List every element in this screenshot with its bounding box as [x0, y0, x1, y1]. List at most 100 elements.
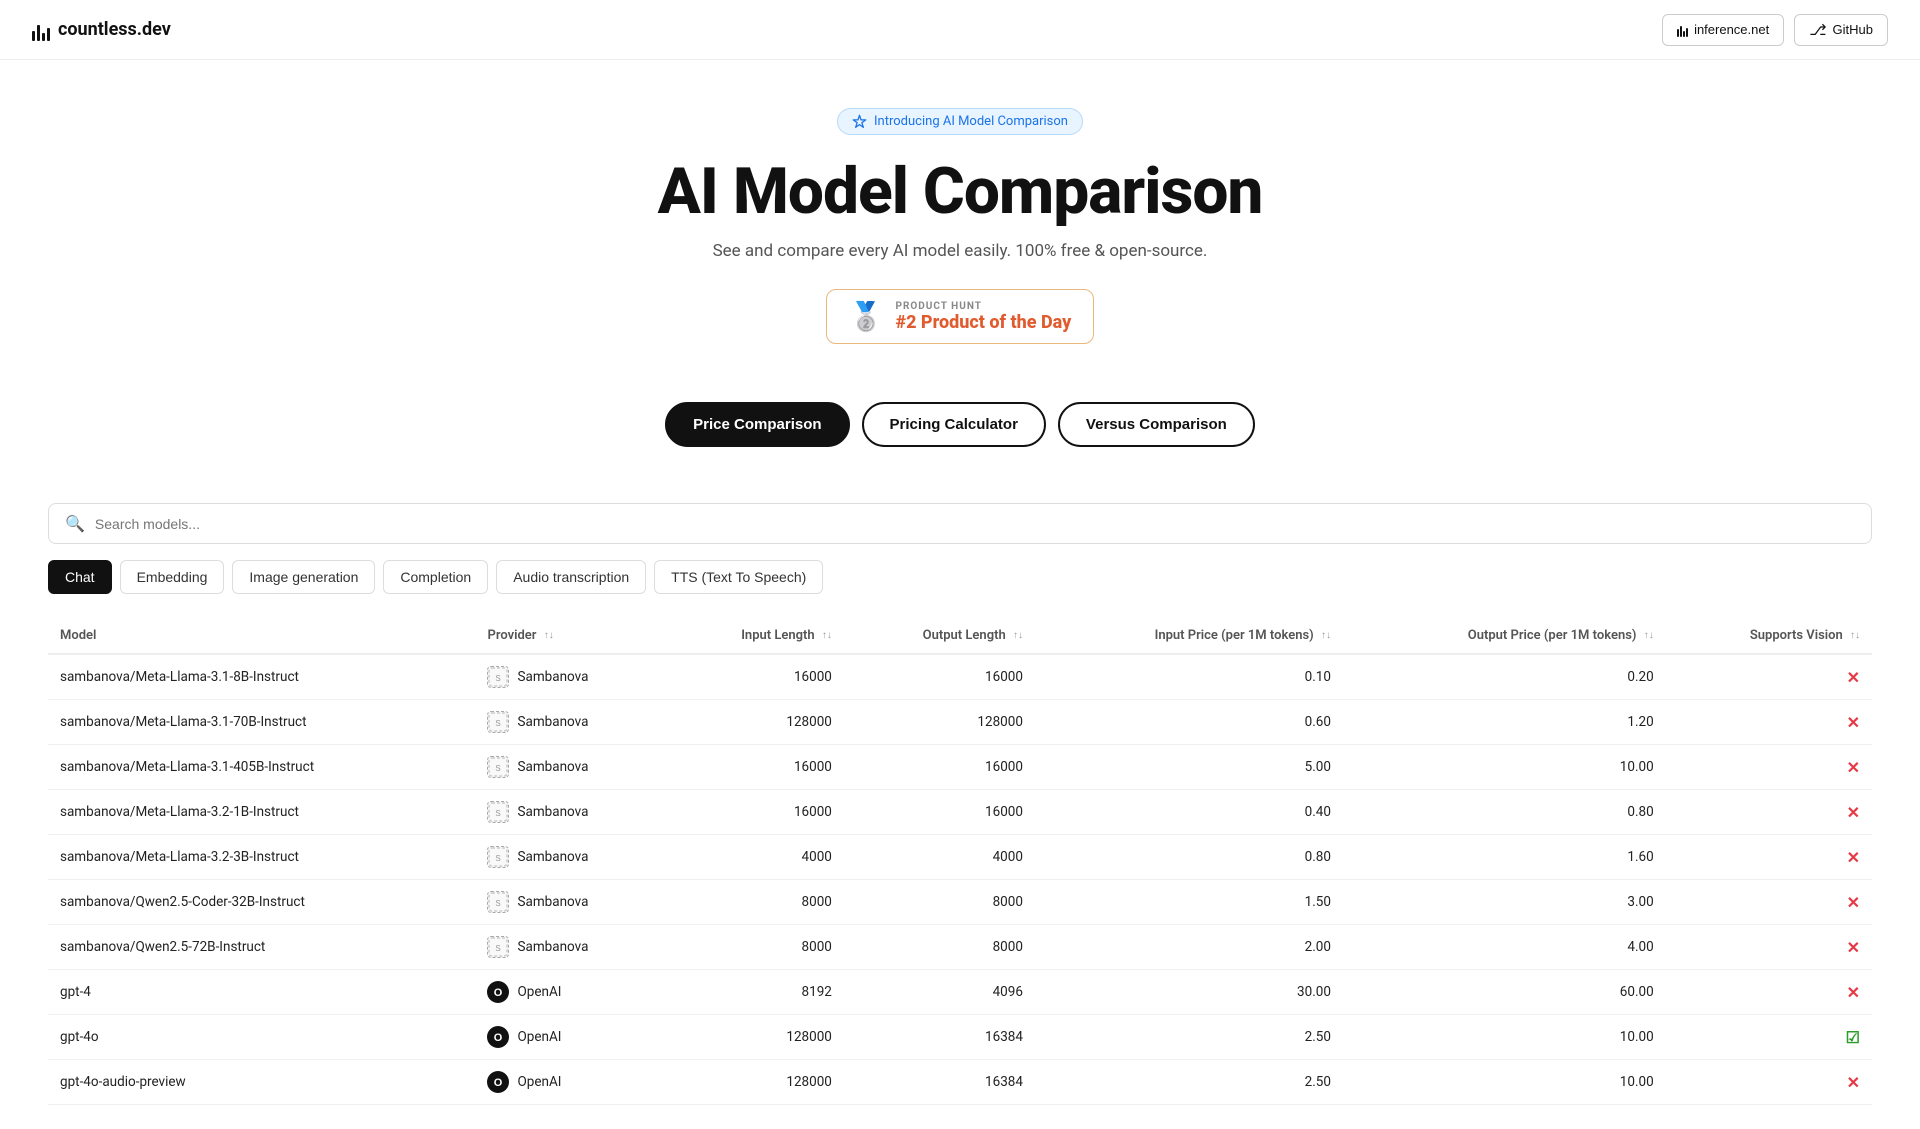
svg-text:S: S [496, 719, 501, 728]
cell-vision-0: ✕ [1666, 654, 1872, 700]
cell-input-price-5: 1.50 [1035, 880, 1343, 925]
output-length-sort-icon[interactable]: ↑↓ [1013, 631, 1023, 641]
vision-false-icon: ✕ [1847, 758, 1860, 777]
hero-section: Introducing AI Model Comparison AI Model… [0, 60, 1920, 479]
svg-text:O: O [494, 1032, 503, 1044]
openai-icon: O [487, 1026, 509, 1048]
provider-name-6: Sambanova [517, 939, 588, 955]
product-hunt-badge[interactable]: 🥈 PRODUCT HUNT #2 Product of the Day [826, 289, 1095, 344]
site-logo[interactable]: countless.dev [32, 19, 171, 41]
hero-title: AI Model Comparison [20, 157, 1900, 227]
cell-provider-4: SSambanova [475, 835, 667, 880]
cell-model-4: sambanova/Meta-Llama-3.2-3B-Instruct [48, 835, 475, 880]
vision-false-icon: ✕ [1847, 1073, 1860, 1092]
input-length-sort-icon[interactable]: ↑↓ [822, 631, 832, 641]
input-price-sort-icon[interactable]: ↑↓ [1321, 631, 1331, 641]
cell-output-length-0: 16000 [844, 654, 1035, 700]
col-output-price: Output Price (per 1M tokens) ↑↓ [1343, 618, 1666, 654]
sambanova-icon: S [487, 666, 509, 688]
table-body: sambanova/Meta-Llama-3.1-8B-Instruct S Sam… [48, 654, 1872, 1105]
vision-false-icon: ✕ [1847, 803, 1860, 822]
cell-output-price-1: 1.20 [1343, 700, 1666, 745]
svg-text:S: S [496, 764, 501, 773]
models-table: Model Provider ↑↓ Input Length ↑↓ Output… [48, 618, 1872, 1105]
cell-output-price-9: 10.00 [1343, 1060, 1666, 1105]
svg-text:S: S [496, 809, 501, 818]
vision-false-icon: ✕ [1847, 848, 1860, 867]
cell-output-price-5: 3.00 [1343, 880, 1666, 925]
site-name: countless.dev [58, 19, 171, 40]
cell-input-length-7: 8192 [668, 970, 844, 1015]
table-section: Model Provider ↑↓ Input Length ↑↓ Output… [0, 594, 1920, 1129]
cell-input-price-0: 0.10 [1035, 654, 1343, 700]
github-label: GitHub [1833, 22, 1873, 37]
provider-sort-icon[interactable]: ↑↓ [544, 631, 554, 641]
search-input[interactable] [95, 516, 1855, 532]
ph-text: PRODUCT HUNT #2 Product of the Day [896, 301, 1072, 333]
output-price-sort-icon[interactable]: ↑↓ [1644, 631, 1654, 641]
filter-tab-embedding[interactable]: Embedding [120, 560, 225, 594]
pricing-calculator-button[interactable]: Pricing Calculator [862, 402, 1046, 447]
cell-input-price-4: 0.80 [1035, 835, 1343, 880]
filter-tab-image-generation[interactable]: Image generation [232, 560, 375, 594]
search-bar: 🔍 [48, 503, 1872, 544]
ph-label: PRODUCT HUNT [896, 301, 1072, 312]
table-row: sambanova/Meta-Llama-3.2-3B-InstructSSam… [48, 835, 1872, 880]
intro-badge[interactable]: Introducing AI Model Comparison [837, 108, 1083, 135]
svg-text:O: O [494, 987, 503, 999]
sambanova-icon: S [487, 846, 509, 868]
table-header: Model Provider ↑↓ Input Length ↑↓ Output… [48, 618, 1872, 654]
filter-tab-completion[interactable]: Completion [383, 560, 488, 594]
cell-output-length-5: 8000 [844, 880, 1035, 925]
cell-provider-6: S Sambanova [475, 925, 667, 970]
cell-model-9: gpt-4o-audio-preview [48, 1060, 475, 1105]
price-comparison-button[interactable]: Price Comparison [665, 402, 849, 447]
table-row: sambanova/Meta-Llama-3.2-1B-InstructSSam… [48, 790, 1872, 835]
versus-comparison-button[interactable]: Versus Comparison [1058, 402, 1255, 447]
github-button[interactable]: ⎇ GitHub [1794, 14, 1888, 46]
filter-tab-chat[interactable]: Chat [48, 560, 112, 594]
svg-text:S: S [496, 854, 501, 863]
medal-icon: 🥈 [849, 300, 884, 333]
inference-button[interactable]: inference.net [1662, 14, 1784, 46]
cell-provider-5: S Sambanova [475, 880, 667, 925]
cell-model-2: sambanova/Meta-Llama-3.1-405B-Instruct [48, 745, 475, 790]
sambanova-icon: S [487, 891, 509, 913]
col-input-price: Input Price (per 1M tokens) ↑↓ [1035, 618, 1343, 654]
filter-tab-tts[interactable]: TTS (Text To Speech) [654, 560, 823, 594]
cell-model-6: sambanova/Qwen2.5-72B-Instruct [48, 925, 475, 970]
cell-model-0: sambanova/Meta-Llama-3.1-8B-Instruct [48, 654, 475, 700]
provider-name-8: OpenAI [517, 1029, 561, 1045]
cell-input-length-0: 16000 [668, 654, 844, 700]
vision-true-icon: ☑ [1846, 1028, 1860, 1047]
badge-text: Introducing AI Model Comparison [874, 114, 1068, 129]
cell-output-length-4: 4000 [844, 835, 1035, 880]
cell-output-length-1: 128000 [844, 700, 1035, 745]
cell-output-length-6: 8000 [844, 925, 1035, 970]
openai-icon: O [487, 1071, 509, 1093]
inference-label: inference.net [1694, 22, 1769, 37]
cell-input-length-3: 16000 [668, 790, 844, 835]
col-output-length: Output Length ↑↓ [844, 618, 1035, 654]
cell-output-price-8: 10.00 [1343, 1015, 1666, 1060]
vision-false-icon: ✕ [1847, 713, 1860, 732]
cell-vision-9: ✕ [1666, 1060, 1872, 1105]
filter-tab-audio-transcription[interactable]: Audio transcription [496, 560, 646, 594]
table-row: sambanova/Qwen2.5-72B-Instruct S Sambanova… [48, 925, 1872, 970]
cell-input-price-3: 0.40 [1035, 790, 1343, 835]
search-icon: 🔍 [65, 514, 85, 533]
vision-false-icon: ✕ [1847, 983, 1860, 1002]
col-model: Model [48, 618, 475, 654]
openai-icon: O [487, 981, 509, 1003]
search-section: 🔍 [0, 479, 1920, 544]
cell-output-price-6: 4.00 [1343, 925, 1666, 970]
cell-vision-2: ✕ [1666, 745, 1872, 790]
table-row: gpt-4o-audio-previewOOpenAI128000163842.… [48, 1060, 1872, 1105]
cell-input-price-2: 5.00 [1035, 745, 1343, 790]
filter-tabs: ChatEmbeddingImage generationCompletionA… [0, 560, 1920, 594]
svg-text:S: S [496, 944, 501, 953]
cell-output-length-3: 16000 [844, 790, 1035, 835]
provider-name-5: Sambanova [517, 894, 588, 910]
vision-sort-icon[interactable]: ↑↓ [1850, 631, 1860, 641]
cell-provider-2: SSambanova [475, 745, 667, 790]
